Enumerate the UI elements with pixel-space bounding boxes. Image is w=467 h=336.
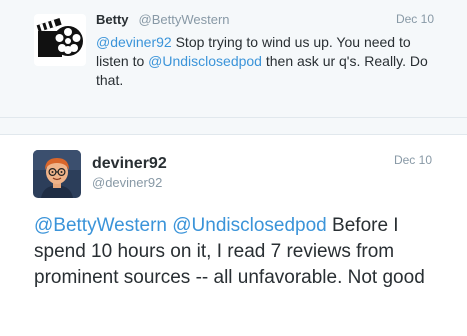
reply-tweet[interactable]: Betty @BettyWestern Dec 10 @deviner92 Sto…	[0, 0, 467, 118]
mention-link[interactable]: @Undisclosedpod	[172, 215, 327, 236]
mention-link[interactable]: @Undisclosedpod	[148, 53, 262, 69]
reply-tweet-text: @deviner92 Stop trying to wind us up. Yo…	[96, 33, 436, 90]
reply-author-handle[interactable]: @BettyWestern	[139, 12, 230, 27]
tweet-date[interactable]: Dec 10	[394, 153, 432, 167]
user-avatar[interactable]	[33, 150, 81, 198]
author-name[interactable]: deviner92	[92, 155, 167, 173]
mention-link[interactable]: @BettyWestern	[34, 215, 167, 236]
main-tweet: deviner92 @deviner92 Dec 10 @BettyWester…	[0, 134, 467, 336]
reply-tweet-header: Betty @BettyWestern	[96, 11, 436, 29]
conversation-gap	[0, 118, 467, 134]
reply-author-name[interactable]: Betty	[96, 12, 129, 27]
film-reel-avatar-icon[interactable]	[34, 14, 86, 66]
reply-tweet-date[interactable]: Dec 10	[396, 12, 434, 26]
author-handle[interactable]: @deviner92	[92, 175, 162, 190]
tweet-text: @BettyWestern @Undisclosedpod Before I s…	[34, 213, 444, 291]
mention-link[interactable]: @deviner92	[96, 34, 172, 50]
